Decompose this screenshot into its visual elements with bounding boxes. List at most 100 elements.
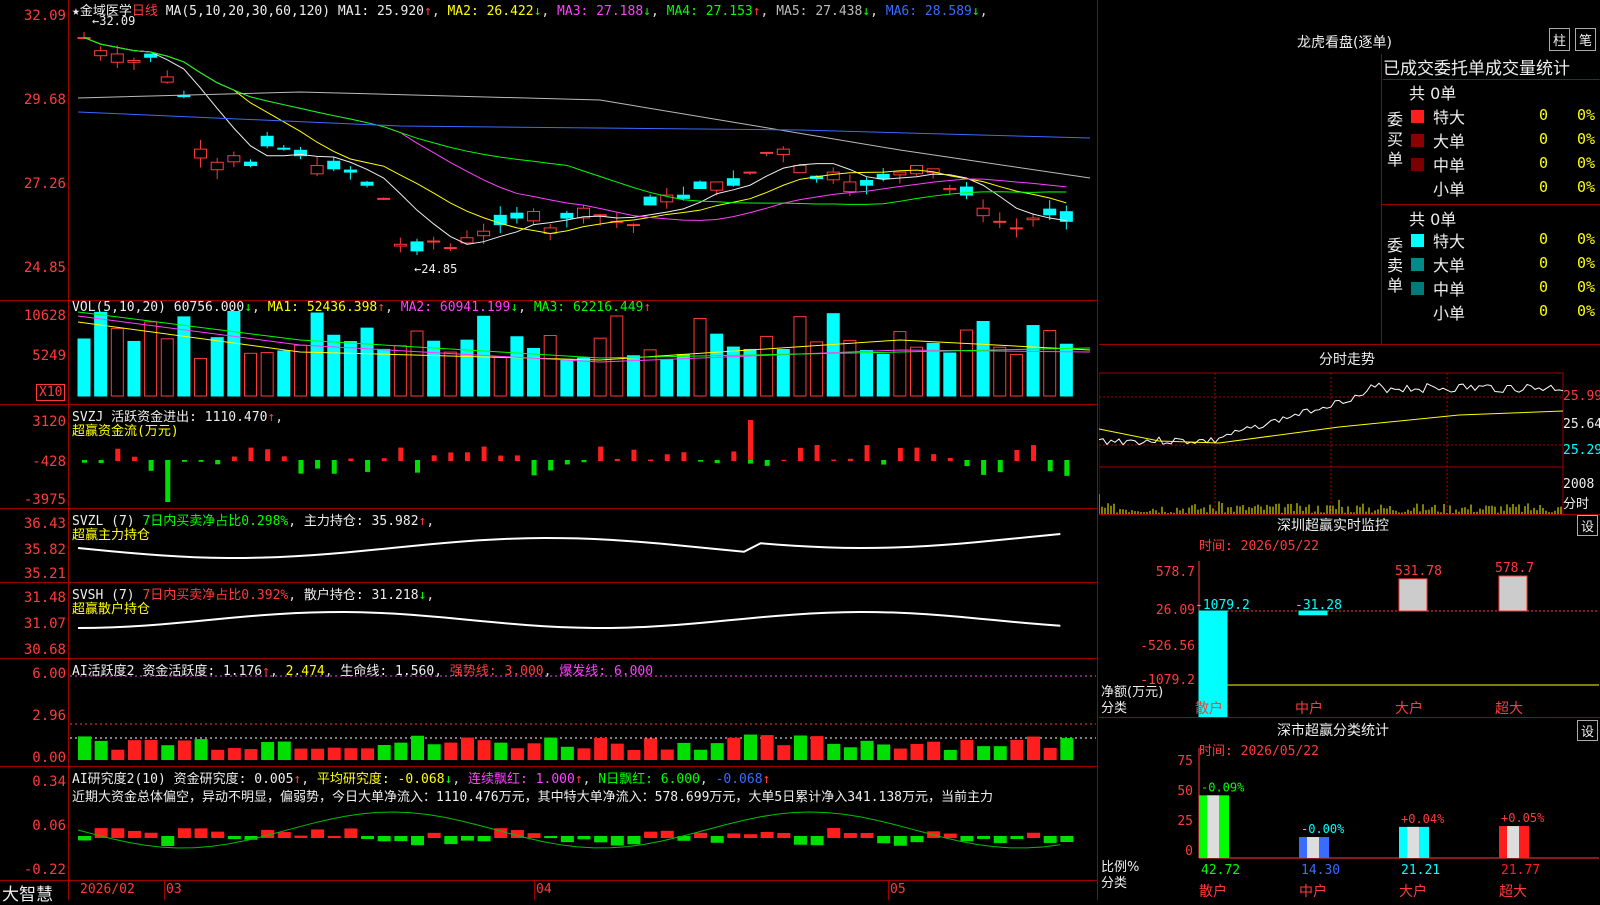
volume-bar [244,352,257,397]
sz-class-bar-highlight [1207,795,1219,858]
research-bar [893,836,907,846]
activity-bar [877,744,891,760]
research-bar [644,831,658,838]
activity-bar [1060,738,1074,760]
flow-bar [847,458,853,461]
flow-bar [181,460,187,462]
sell-row-value: 0 [1539,302,1549,320]
flow-bar [631,449,637,461]
research-bar [993,836,1007,844]
sell-total: 共 0单 [1409,210,1457,229]
activity-bar [594,737,608,760]
flow-bar [698,460,704,462]
activity-bar [760,735,774,760]
flow-bar [748,420,753,460]
candle-body [1043,208,1057,216]
buy-row-label: 小单 [1433,180,1466,199]
volume-bar [959,329,973,397]
svsh-line [77,611,1061,629]
research-bar [843,833,857,838]
activity-bar [111,749,125,760]
activity-bar [294,748,308,760]
sell-color-swatch [1411,258,1424,271]
research-bar [144,832,158,838]
activity-bar [411,735,424,760]
activity-bar [710,743,724,760]
activity-bar [327,747,341,760]
tick-mode-button[interactable]: 笔 [1575,28,1597,51]
sz-monitor-bar [1498,575,1528,612]
activity-bar [460,737,474,760]
activity-bar [577,748,591,760]
flow-bar [348,458,354,461]
research-bar [311,829,325,838]
volume-bar [577,357,590,397]
candle-body [393,243,407,247]
research-bar [694,832,708,838]
flow-bar [997,460,1003,473]
activity-bar [777,745,791,760]
flow-bar [614,458,620,461]
candle-body [943,188,957,191]
volume-bar [793,316,807,397]
candle-body [343,169,357,173]
research-bar [460,836,474,841]
volume-bar [976,320,990,397]
sz-monitor-category: 散户 [1195,700,1223,717]
candle-body [676,194,690,199]
intraday-chart[interactable] [1099,345,1600,515]
candle-body [1009,227,1023,230]
buy-color-swatch [1411,134,1424,147]
research-bar [544,836,558,839]
activity-bar [277,741,291,760]
sell-row-label: 中单 [1433,280,1466,299]
sell-row-value: 0 [1539,230,1549,248]
fenshi-panel[interactable]: 分时走势 25.99 25.64 25.29 2008 分时 [1099,345,1600,515]
sell-row-label: 小单 [1433,304,1466,323]
activity-bar [910,743,924,760]
candle-body [710,181,724,191]
buy-color-swatch [1411,110,1424,123]
flow-bar [215,460,221,465]
sz-class-category: 中户 [1299,883,1327,900]
research-bar [627,836,641,845]
flow-bar [498,455,504,461]
activity-bar [261,742,275,760]
research-bar [78,836,91,841]
candlestick-chart[interactable] [0,0,1098,900]
volume-bar [410,330,424,397]
volume-bar [776,349,790,397]
sz-class-value: 21.77 [1501,863,1540,878]
volume-bar [543,335,557,397]
bar-mode-button[interactable]: 柱 [1549,28,1571,51]
activity-bar [827,743,841,760]
candle-body [360,181,374,186]
volume-bar [160,338,174,397]
volume-bar [477,315,491,397]
research-bar [1060,836,1074,843]
volume-bar [110,327,124,397]
sell-color-swatch [1411,282,1424,295]
ma-line [77,91,1091,179]
activity-bar [744,734,757,760]
research-bar [527,833,541,838]
candle-body [560,212,574,219]
sell-section-label: 委卖单 [1387,236,1404,295]
candle-body [693,181,707,190]
volume-bar [393,345,407,397]
ma-line [77,111,1091,139]
volume-bar [993,346,1007,397]
activity-bar [627,749,641,760]
research-bar [344,828,358,838]
longhu-panel: 龙虎看盘(逐单) 柱 笔 已成交委托单成交量统计 委买单 共 0单 特大 0 0% 大… [1099,0,1600,344]
main-chart-area[interactable]: 32.09 29.68 27.26 24.85 ★金域医学日线 MA(5,10,… [0,0,1098,905]
flow-bar [1047,460,1053,472]
flow-bar [914,447,920,461]
volume-bar [610,315,624,397]
candle-body [127,60,141,63]
flow-bar [464,452,470,461]
sz-class-change: -0.09% [1201,780,1245,794]
flow-bar [564,460,570,465]
buy-color-swatch [1411,158,1424,171]
research-bar [227,836,241,840]
